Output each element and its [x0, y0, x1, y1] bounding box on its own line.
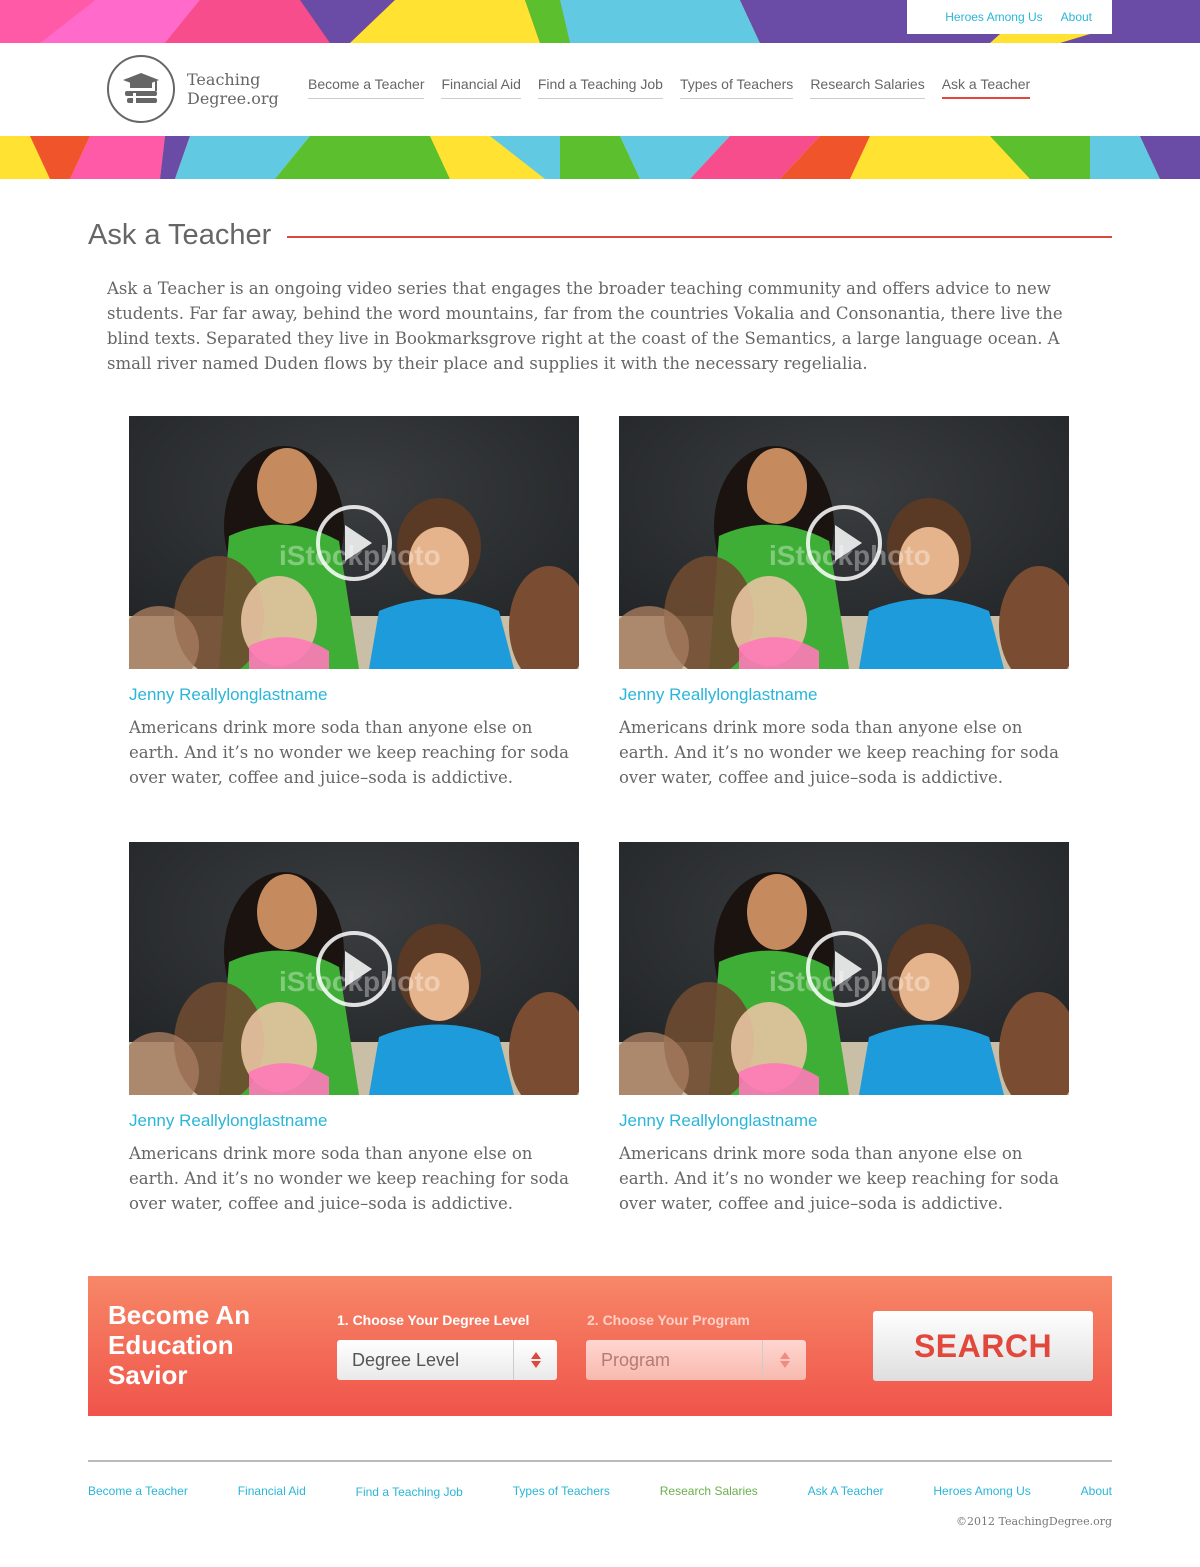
main-nav: Become a Teacher Financial Aid Find a Te… [308, 76, 1031, 99]
page-title: Ask a Teacher [88, 218, 272, 251]
watermark: iStockphoto [769, 966, 931, 997]
site-header: Teaching Degree.org Become a Teacher Fin… [0, 43, 1200, 136]
nav-types-teachers[interactable]: Types of Teachers [679, 76, 794, 99]
search-button[interactable]: SEARCH [873, 1311, 1093, 1381]
video-description: Americans drink more soda than anyone el… [129, 718, 569, 787]
footer-link-about[interactable]: About [1081, 1484, 1112, 1499]
program-value: Program [601, 1349, 671, 1370]
sort-arrows-icon [513, 1340, 557, 1380]
video-description: Americans drink more soda than anyone el… [129, 1144, 569, 1213]
video-thumbnail[interactable]: iStockphoto [129, 842, 579, 1095]
intro-paragraph: Ask a Teacher is an ongoing video series… [107, 279, 1063, 373]
degree-level-value: Degree Level [352, 1349, 460, 1370]
top-link-heroes[interactable]: Heroes Among Us [945, 10, 1042, 24]
footer-link-types-teachers[interactable]: Types of Teachers [513, 1484, 610, 1499]
video-thumbnail[interactable]: iStockphoto [619, 416, 1069, 669]
video-description: Americans drink more soda than anyone el… [619, 718, 1059, 787]
copyright: ©2012 TeachingDegree.org [956, 1515, 1112, 1528]
page-title-row: Ask a Teacher [88, 215, 1112, 255]
footer-link-become-teacher[interactable]: Become a Teacher [88, 1484, 188, 1499]
footer-link-find-job[interactable]: Find a Teaching Job [356, 1485, 463, 1499]
video-thumbnail[interactable]: iStockphoto [619, 842, 1069, 1095]
top-link-about[interactable]: About [1061, 10, 1092, 24]
bottom-color-band [0, 136, 1200, 179]
logo-line-2: Degree.org [187, 89, 279, 108]
degree-search-banner: Become An Education Savior 1. Choose You… [88, 1276, 1112, 1416]
video-card: iStockphoto Jenny Reallylonglastname Ame… [619, 416, 1069, 790]
books-icon [107, 55, 175, 123]
nav-become-teacher[interactable]: Become a Teacher [308, 76, 425, 99]
footer-link-ask-teacher[interactable]: Ask A Teacher [808, 1484, 884, 1499]
nav-find-job[interactable]: Find a Teaching Job [537, 76, 663, 99]
video-card: iStockphoto Jenny Reallylonglastname Ame… [619, 842, 1069, 1216]
video-card: iStockphoto Jenny Reallylonglastname Ame… [129, 416, 579, 790]
site-logo[interactable]: Teaching Degree.org [107, 55, 279, 123]
sort-arrows-icon [762, 1340, 806, 1380]
nav-ask-teacher[interactable]: Ask a Teacher [941, 76, 1031, 99]
watermark: iStockphoto [279, 966, 441, 997]
watermark: iStockphoto [279, 540, 441, 571]
watermark: iStockphoto [769, 540, 931, 571]
video-thumbnail[interactable]: iStockphoto [129, 416, 579, 669]
nav-financial-aid[interactable]: Financial Aid [441, 76, 521, 99]
title-divider [287, 236, 1112, 238]
video-author[interactable]: Jenny Reallylonglastname [619, 1111, 1069, 1131]
video-author[interactable]: Jenny Reallylonglastname [129, 685, 579, 705]
footer-link-financial-aid[interactable]: Financial Aid [238, 1484, 306, 1499]
step-2-label: 2. Choose Your Program [587, 1312, 750, 1328]
cta-headline: Become An Education Savior [108, 1300, 251, 1390]
footer-divider [88, 1460, 1112, 1462]
program-select[interactable]: Program [586, 1340, 806, 1380]
footer-link-heroes[interactable]: Heroes Among Us [933, 1484, 1030, 1499]
step-1-label: 1. Choose Your Degree Level [337, 1312, 530, 1328]
video-card: iStockphoto Jenny Reallylonglastname Ame… [129, 842, 579, 1216]
footer-nav: Become a Teacher Financial Aid Find a Te… [88, 1484, 1112, 1499]
utility-links: Heroes Among Us About [907, 0, 1112, 34]
video-author[interactable]: Jenny Reallylonglastname [129, 1111, 579, 1131]
logo-wordmark: Teaching Degree.org [187, 70, 279, 108]
nav-research-salaries[interactable]: Research Salaries [810, 76, 925, 99]
video-author[interactable]: Jenny Reallylonglastname [619, 685, 1069, 705]
footer-link-research-salaries[interactable]: Research Salaries [660, 1484, 758, 1499]
video-description: Americans drink more soda than anyone el… [619, 1144, 1059, 1213]
degree-level-select[interactable]: Degree Level [337, 1340, 557, 1380]
logo-line-1: Teaching [187, 70, 261, 89]
